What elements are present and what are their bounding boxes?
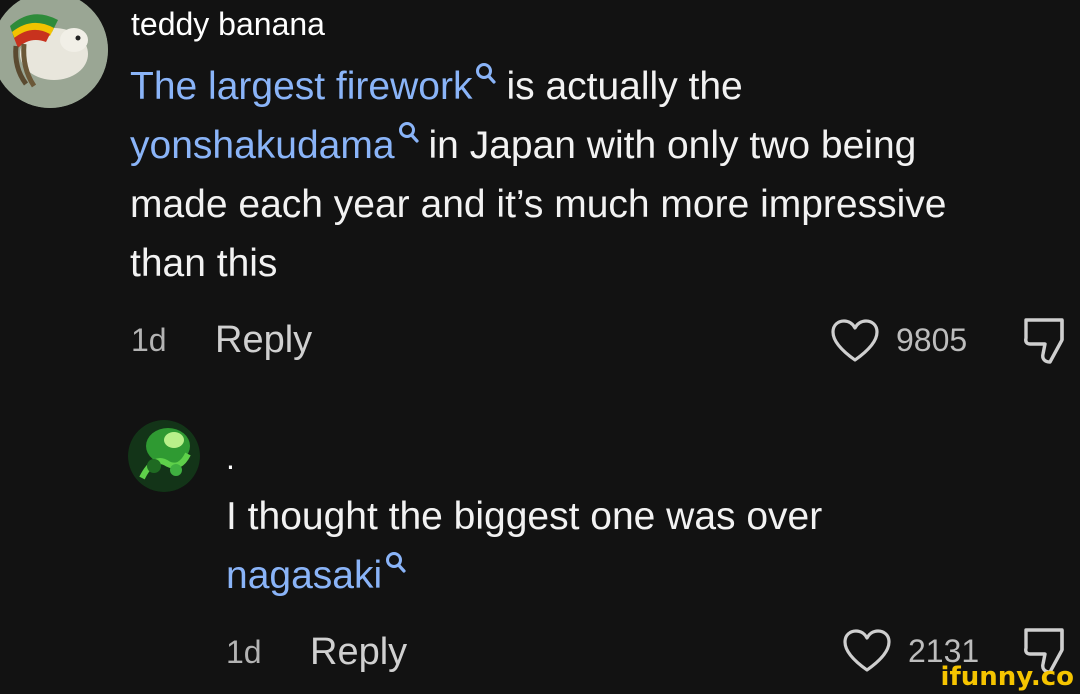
like-button[interactable] bbox=[842, 628, 892, 674]
comment-age: 1d bbox=[226, 634, 262, 670]
comment-text-line: The largest firework is actually the bbox=[130, 57, 946, 116]
reply-button[interactable]: Reply bbox=[215, 318, 312, 362]
dislike-button[interactable] bbox=[1022, 316, 1072, 366]
magnifier-icon bbox=[397, 120, 419, 146]
search-link[interactable]: nagasaki bbox=[226, 554, 382, 597]
comment-text-line: nagasaki bbox=[226, 546, 822, 605]
comment-text-line: than this bbox=[130, 234, 946, 293]
comment-text-segment: I thought the biggest one was over bbox=[226, 495, 823, 538]
comment-text-line: I thought the biggest one was over bbox=[226, 487, 822, 546]
watermark: ifunny.co bbox=[940, 662, 1074, 692]
search-link[interactable]: The largest firework bbox=[130, 65, 472, 108]
comment-text-segment: made each year and it’s much more impres… bbox=[130, 183, 947, 226]
like-button[interactable] bbox=[830, 318, 880, 364]
magnifier-icon bbox=[474, 61, 497, 87]
like-count: 9805 bbox=[896, 322, 968, 358]
comment-text-line: made each year and it’s much more impres… bbox=[130, 175, 946, 234]
heart-outline-icon bbox=[831, 319, 879, 362]
comment-text-line: yonshakudama in Japan with only two being bbox=[130, 116, 946, 175]
comment-age: 1d bbox=[131, 322, 167, 358]
comment-text: The largest firework is actually the yons… bbox=[130, 57, 946, 293]
comment-username[interactable]: teddy banana bbox=[131, 4, 325, 44]
comment-text-segment: than this bbox=[130, 242, 278, 285]
magnifier-icon bbox=[384, 550, 406, 576]
comments-screen: teddy banana The largest firework is actu… bbox=[0, 0, 1080, 694]
comment-text-segment: in Japan with only two being bbox=[428, 124, 917, 167]
avatar-image bbox=[128, 420, 200, 492]
heart-outline-icon bbox=[843, 629, 891, 672]
comment-text-segment: is actually the bbox=[506, 65, 743, 108]
comment-text: I thought the biggest one was over nagas… bbox=[226, 487, 822, 605]
comment-username[interactable]: . bbox=[226, 438, 235, 478]
avatar-image bbox=[0, 0, 108, 108]
avatar[interactable] bbox=[128, 420, 200, 492]
thumbs-down-icon bbox=[1024, 318, 1064, 364]
avatar[interactable] bbox=[0, 0, 108, 108]
reply-button[interactable]: Reply bbox=[310, 630, 407, 674]
search-link[interactable]: yonshakudama bbox=[130, 124, 395, 167]
